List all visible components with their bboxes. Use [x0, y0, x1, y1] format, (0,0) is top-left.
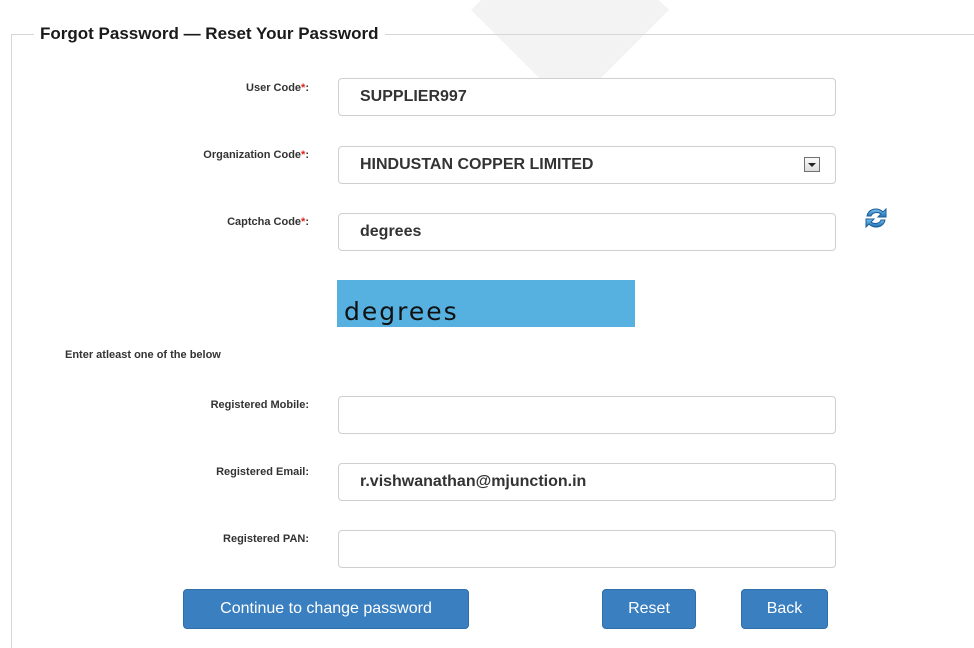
- continue-button[interactable]: Continue to change password: [183, 589, 469, 629]
- forgot-password-page: Forgot Password — Reset Your Password Us…: [0, 0, 974, 648]
- registered-mobile-input[interactable]: [338, 396, 836, 434]
- captcha-image-text: degrees: [344, 297, 459, 326]
- registered-email-label: Registered Email:: [216, 466, 309, 478]
- registered-email-input[interactable]: r.vishwanathan@mjunction.in: [338, 463, 836, 501]
- captcha-code-input[interactable]: degrees: [338, 213, 836, 251]
- captcha-code-label: Captcha Code*:: [227, 216, 309, 228]
- instruction-text: Enter atleast one of the below: [65, 349, 221, 361]
- reset-button[interactable]: Reset: [602, 589, 696, 629]
- organization-code-select[interactable]: HINDUSTAN COPPER LIMITED: [338, 146, 836, 184]
- organization-code-label: Organization Code*:: [203, 149, 309, 161]
- back-button[interactable]: Back: [741, 589, 828, 629]
- registered-pan-label: Registered PAN:: [223, 533, 309, 545]
- registered-mobile-label: Registered Mobile:: [210, 399, 309, 411]
- refresh-icon[interactable]: [862, 205, 890, 231]
- user-code-label: User Code*:: [246, 82, 309, 94]
- user-code-input[interactable]: SUPPLIER997: [338, 78, 836, 116]
- dropdown-arrow-icon[interactable]: [804, 157, 820, 172]
- captcha-image: degrees: [337, 280, 635, 327]
- form-title: Forgot Password — Reset Your Password: [34, 24, 385, 44]
- registered-pan-input[interactable]: [338, 530, 836, 568]
- organization-code-value: HINDUSTAN COPPER LIMITED: [360, 156, 594, 173]
